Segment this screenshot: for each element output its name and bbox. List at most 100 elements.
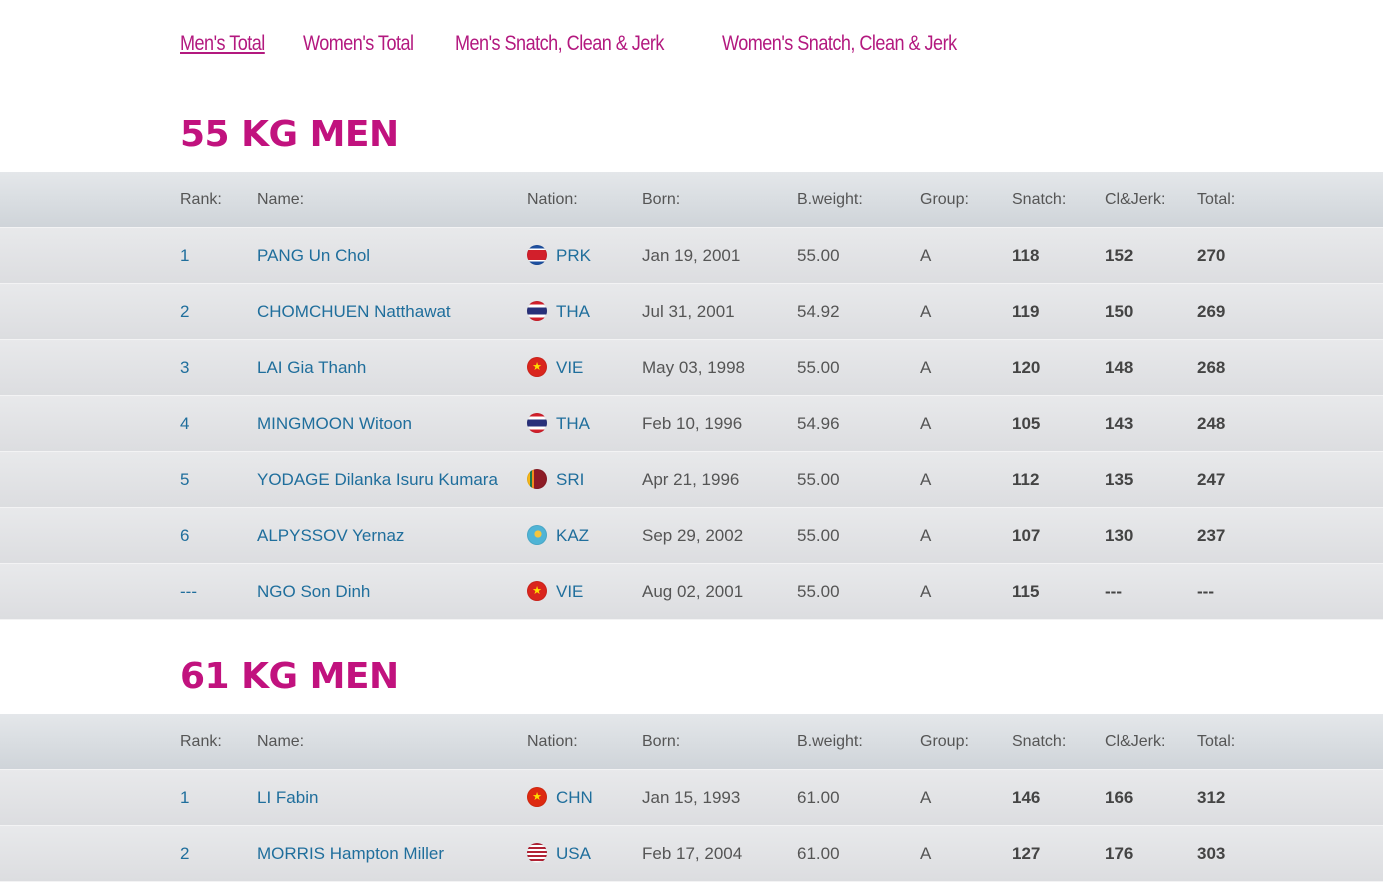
- name-cell[interactable]: MINGMOON Witoon: [257, 396, 412, 452]
- name-cell[interactable]: YODAGE Dilanka Isuru Kumara: [257, 452, 498, 508]
- nation-code[interactable]: KAZ: [556, 526, 589, 545]
- name-cell[interactable]: NGO Son Dinh: [257, 564, 370, 620]
- bweight-cell: 61.00: [797, 844, 840, 863]
- born-cell: Jan 15, 1993: [642, 788, 741, 807]
- nation-code[interactable]: CHN: [556, 788, 593, 807]
- tab-womens-total[interactable]: Women's Total: [303, 32, 414, 56]
- table-row: 6 ALPYSSOV Yernaz KAZ Sep 29, 2002 55.00 A 107…: [0, 508, 1383, 564]
- nation-code[interactable]: THA: [556, 414, 590, 433]
- tab-mens-snatch-clean-jerk[interactable]: Men's Snatch, Clean & Jerk: [455, 32, 664, 56]
- vie-flag-icon: ★: [527, 357, 547, 378]
- cj-cell: 143: [1105, 414, 1134, 433]
- snatch-cell: 119: [1012, 302, 1040, 321]
- cj-cell: ---: [1105, 582, 1122, 601]
- header-cj: Cl&Jerk:: [1105, 733, 1166, 750]
- nation-cell[interactable]: USA: [527, 826, 591, 882]
- cj-cell: 166: [1105, 788, 1134, 807]
- table-row: 1 LI Fabin ★ CHN Jan 15, 1993 61.00 A 146 166 312: [0, 770, 1383, 826]
- total-cell: 270: [1197, 246, 1226, 265]
- nation-code[interactable]: PRK: [556, 246, 591, 265]
- table-row: 5 YODAGE Dilanka Isuru Kumara SRI Apr 21, 1…: [0, 452, 1383, 508]
- bweight-cell: 55.00: [797, 582, 840, 601]
- header-group: Group:: [920, 733, 969, 750]
- cj-cell: 176: [1105, 844, 1134, 863]
- snatch-cell: 146: [1012, 788, 1041, 807]
- table-row: 1 PANG Un Chol PRK Jan 19, 2001 55.00 A 118 152…: [0, 228, 1383, 284]
- nation-code[interactable]: USA: [556, 844, 591, 863]
- header-snatch: Snatch:: [1012, 733, 1067, 750]
- snatch-cell: 112: [1012, 470, 1040, 489]
- group-cell: A: [920, 526, 932, 545]
- born-cell: Jan 19, 2001: [642, 246, 741, 265]
- nation-cell[interactable]: KAZ: [527, 508, 589, 564]
- snatch-cell: 115: [1012, 582, 1040, 601]
- kaz-flag-icon: [527, 525, 547, 546]
- tab-womens-snatch-clean-jerk[interactable]: Women's Snatch, Clean & Jerk: [722, 32, 957, 56]
- snatch-cell: 118: [1012, 246, 1040, 265]
- sri-flag-icon: [527, 469, 547, 490]
- nation-cell[interactable]: SRI: [527, 452, 584, 508]
- name-cell[interactable]: CHOMCHUEN Natthawat: [257, 284, 451, 340]
- nation-cell[interactable]: ★ VIE: [527, 340, 583, 396]
- header-total: Total:: [1197, 191, 1236, 208]
- snatch-cell: 120: [1012, 358, 1041, 377]
- nation-code[interactable]: VIE: [556, 582, 583, 601]
- tha-flag-icon: [527, 301, 547, 322]
- nation-cell[interactable]: PRK: [527, 228, 591, 284]
- total-cell: 237: [1197, 526, 1226, 545]
- header-name: Name:: [257, 733, 305, 750]
- rank-cell[interactable]: 5: [180, 452, 189, 508]
- group-cell: A: [920, 358, 932, 377]
- bweight-cell: 61.00: [797, 788, 840, 807]
- chn-flag-icon: ★: [527, 787, 547, 808]
- total-cell: 269: [1197, 302, 1226, 321]
- rank-cell[interactable]: 1: [180, 228, 189, 284]
- rank-cell[interactable]: 2: [180, 826, 189, 882]
- born-cell: Jul 31, 2001: [642, 302, 735, 321]
- name-cell[interactable]: LAI Gia Thanh: [257, 340, 366, 396]
- table-header-row: Rank: Name: Nation: Born: B.weight: Group: Sna…: [0, 714, 1383, 770]
- total-cell: 303: [1197, 844, 1226, 863]
- bweight-cell: 55.00: [797, 526, 840, 545]
- usa-flag-icon: [527, 843, 547, 864]
- rank-cell[interactable]: 3: [180, 340, 189, 396]
- bweight-cell: 55.00: [797, 470, 840, 489]
- prk-flag-icon: [527, 245, 547, 266]
- nation-code[interactable]: THA: [556, 302, 590, 321]
- section-title-55kg: 55 KG MEN: [180, 114, 399, 155]
- bweight-cell: 54.96: [797, 414, 840, 433]
- name-cell[interactable]: PANG Un Chol: [257, 228, 370, 284]
- header-nation: Nation:: [527, 733, 578, 750]
- cj-cell: 150: [1105, 302, 1134, 321]
- nation-code[interactable]: VIE: [556, 358, 583, 377]
- name-cell[interactable]: MORRIS Hampton Miller: [257, 826, 444, 882]
- nation-cell[interactable]: ★ CHN: [527, 770, 593, 826]
- name-cell[interactable]: ALPYSSOV Yernaz: [257, 508, 404, 564]
- rank-cell[interactable]: 6: [180, 508, 189, 564]
- born-cell: Apr 21, 1996: [642, 470, 740, 489]
- header-snatch: Snatch:: [1012, 191, 1067, 208]
- total-cell: ---: [1197, 582, 1214, 601]
- header-bweight: B.weight:: [797, 733, 863, 750]
- nation-code[interactable]: SRI: [556, 470, 584, 489]
- rank-cell[interactable]: 2: [180, 284, 189, 340]
- section-title-61kg: 61 KG MEN: [180, 656, 399, 697]
- cj-cell: 135: [1105, 470, 1134, 489]
- rank-cell[interactable]: 1: [180, 770, 189, 826]
- snatch-cell: 107: [1012, 526, 1041, 545]
- rank-cell[interactable]: 4: [180, 396, 189, 452]
- nation-cell[interactable]: ★ VIE: [527, 564, 583, 620]
- nation-cell[interactable]: THA: [527, 284, 590, 340]
- results-table-61kg: Rank: Name: Nation: Born: B.weight: Group: Sna…: [0, 714, 1383, 882]
- tab-mens-total[interactable]: Men's Total: [180, 32, 265, 56]
- total-cell: 247: [1197, 470, 1226, 489]
- born-cell: Sep 29, 2002: [642, 526, 744, 545]
- vie-flag-icon: ★: [527, 581, 547, 602]
- rank-cell[interactable]: ---: [180, 564, 197, 620]
- nation-cell[interactable]: THA: [527, 396, 590, 452]
- header-born: Born:: [642, 733, 681, 750]
- born-cell: Feb 17, 2004: [642, 844, 743, 863]
- group-cell: A: [920, 302, 932, 321]
- table-row: --- NGO Son Dinh ★ VIE Aug 02, 2001 55.00 A 115…: [0, 564, 1383, 620]
- name-cell[interactable]: LI Fabin: [257, 770, 318, 826]
